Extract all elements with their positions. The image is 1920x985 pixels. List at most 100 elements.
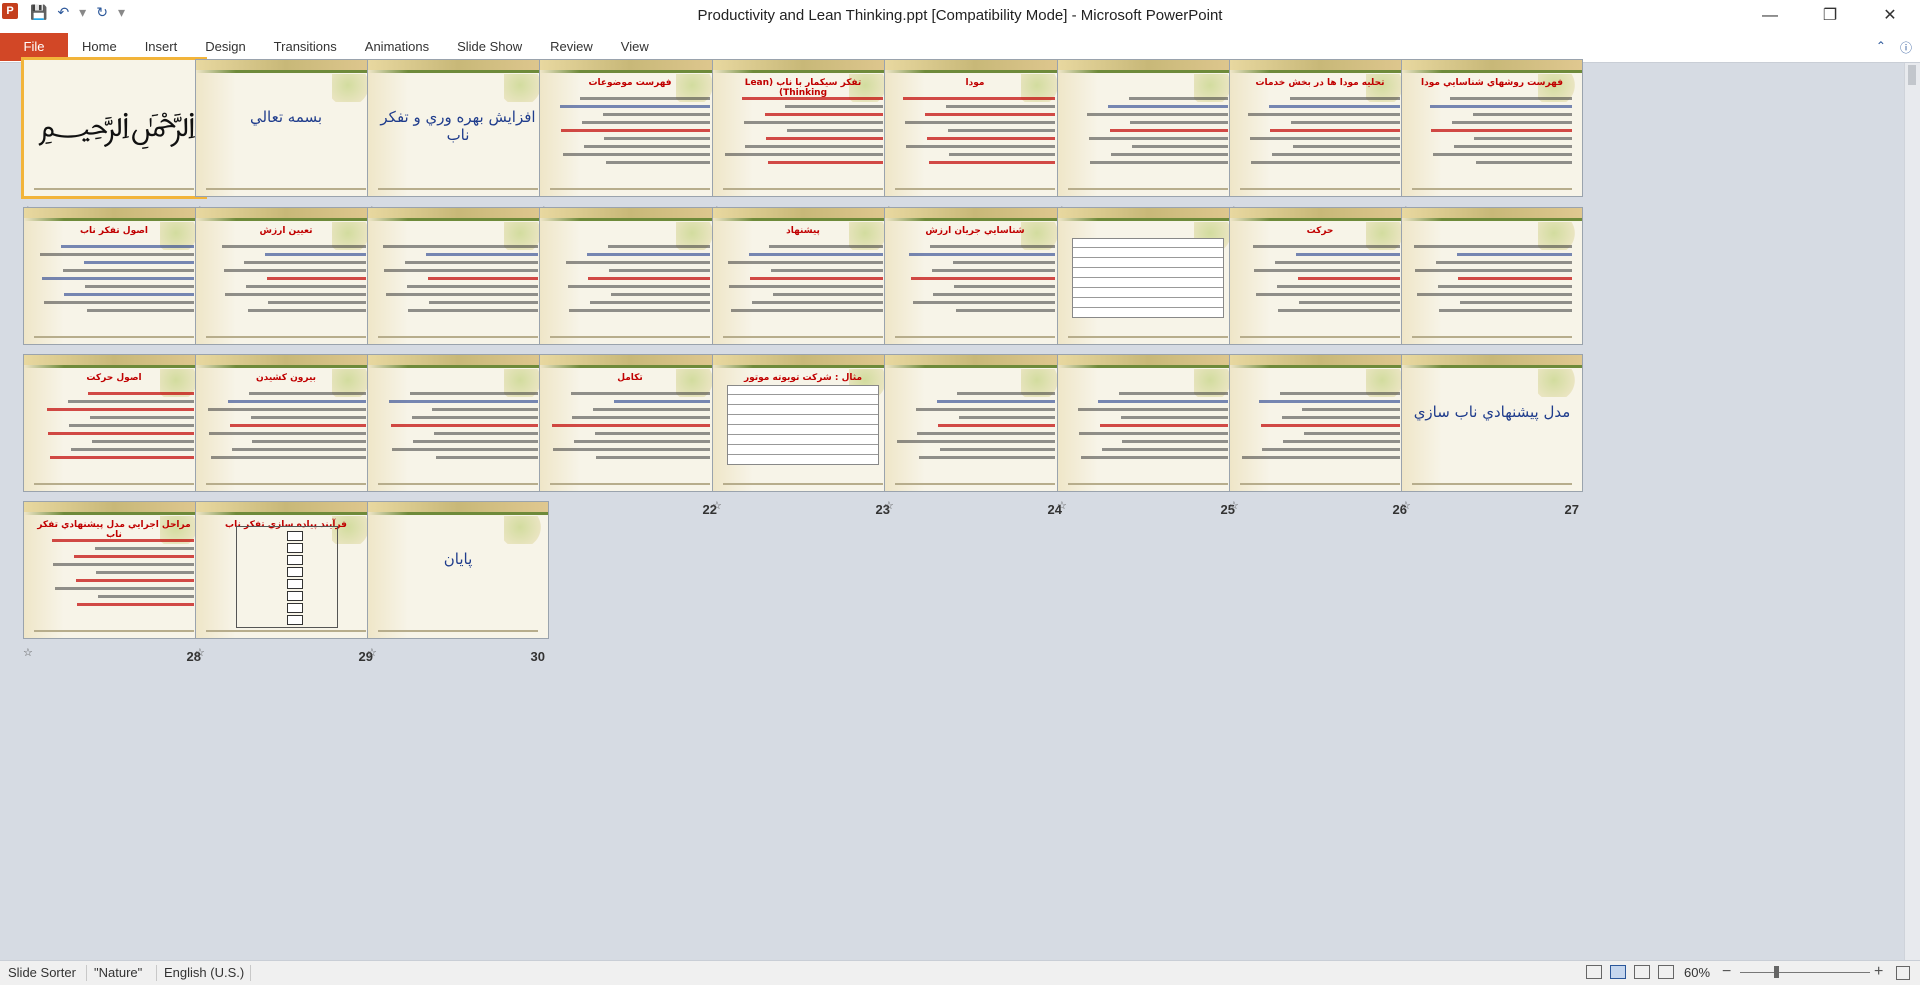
transition-star-icon[interactable]: ☆ xyxy=(712,500,726,512)
slide-thumbnail[interactable]: ☆ 24 xyxy=(884,354,1068,517)
tab-review[interactable]: Review xyxy=(536,32,607,62)
slide-thumbnail[interactable]: ☆ 25 xyxy=(1057,354,1241,517)
slide-preview[interactable]: حركت xyxy=(1229,207,1411,345)
slide-preview[interactable] xyxy=(1401,207,1583,345)
slide-thumbnail[interactable]: ☆ 26 xyxy=(1229,354,1413,517)
chevron-up-icon[interactable]: ⌃ xyxy=(1876,39,1886,56)
slide-thumbnail[interactable]: ☆13 xyxy=(539,207,723,370)
slide-preview[interactable]: بيرون كشيدن xyxy=(195,354,377,492)
slide-thumbnail[interactable]: ☆7 xyxy=(1057,59,1241,222)
scrollbar-thumb[interactable] xyxy=(1908,65,1916,85)
slide-thumbnail[interactable]: ☆16 xyxy=(1057,207,1241,370)
transition-star-icon[interactable]: ☆ xyxy=(23,647,37,659)
zoom-out-button[interactable]: − xyxy=(1722,963,1731,981)
slide-thumbnail[interactable]: مدل پيشنهادي ناب سازي ☆ 27 xyxy=(1401,354,1585,517)
slide-thumbnail[interactable]: بيرون كشيدن☆20 xyxy=(195,354,379,517)
slide-sorter-view-icon[interactable] xyxy=(1610,965,1626,979)
slide-body-text xyxy=(1412,240,1572,317)
slide-preview[interactable]: اصول تفكر ناب xyxy=(23,207,205,345)
slide-thumbnail[interactable]: اصول تفكر ناب☆10 xyxy=(23,207,207,370)
slide-thumbnail[interactable]: ☆12 xyxy=(367,207,551,370)
transition-star-icon[interactable]: ☆ xyxy=(367,647,381,659)
slide-preview[interactable] xyxy=(539,207,721,345)
slide-thumbnail[interactable]: اصول حركت☆19 xyxy=(23,354,207,517)
slide-preview[interactable] xyxy=(1229,354,1411,492)
slide-preview[interactable]: تفكر سيكمار با ناب (Lean Thinking) xyxy=(712,59,894,197)
slide-preview[interactable] xyxy=(367,207,549,345)
zoom-level[interactable]: 60% xyxy=(1684,965,1710,980)
slide-preview[interactable]: بسمه تعالي xyxy=(195,59,377,197)
theme-label[interactable]: "Nature" xyxy=(94,965,142,980)
slide-preview[interactable]: مراحل اجرايي مدل پيشنهادي تفكر ناب xyxy=(23,501,205,639)
text-line xyxy=(939,448,1055,451)
reading-view-icon[interactable] xyxy=(1634,965,1650,979)
slide-thumbnail[interactable]: شناسايي جريان ارزش☆15 xyxy=(884,207,1068,370)
slide-preview[interactable]: اصول حركت xyxy=(23,354,205,492)
slide-preview[interactable]: تكامل xyxy=(539,354,721,492)
slide-thumbnail[interactable]: تحليه مودا ها در بخش خدمات☆8 xyxy=(1229,59,1413,222)
slide-preview[interactable]: فرآيند پياده سازي تفكر ناب xyxy=(195,501,377,639)
slide-thumbnail[interactable]: فهرست روشهاي شناسايي مودا☆9 xyxy=(1401,59,1585,222)
slide-thumbnail[interactable]: مثال : شركت تويوته موتور ☆ 23 xyxy=(712,354,896,517)
zoom-slider[interactable] xyxy=(1740,972,1870,973)
slide-thumbnail[interactable]: پايان ☆ 30 xyxy=(367,501,551,664)
slide-thumbnail[interactable]: افزايش بهره وري و تفكر ناب☆3 xyxy=(367,59,551,222)
slide-thumbnail[interactable]: تعيين ارزش☆11 xyxy=(195,207,379,370)
text-line xyxy=(1472,113,1572,116)
zoom-in-button[interactable]: + xyxy=(1874,963,1883,981)
slide-thumbnail[interactable]: ☆21 xyxy=(367,354,551,517)
slide-thumbnail[interactable]: حركت☆17 xyxy=(1229,207,1413,370)
text-line xyxy=(933,293,1055,296)
text-line xyxy=(1291,121,1400,124)
slide-thumbnail[interactable]: فرآيند پياده سازي تفكر ناب ☆ 29 xyxy=(195,501,379,664)
slide-thumbnail[interactable]: فهرست موضوعات☆4 xyxy=(539,59,723,222)
slide-show-icon[interactable] xyxy=(1658,965,1674,979)
slide-thumbnail[interactable]: مودا☆6 xyxy=(884,59,1068,222)
slide-header-band xyxy=(196,208,376,218)
slide-thumbnail[interactable]: مراحل اجرايي مدل پيشنهادي تفكر ناب ☆ 28 xyxy=(23,501,207,664)
slide-preview[interactable]: مودا xyxy=(884,59,1066,197)
slide-preview[interactable]: مثال : شركت تويوته موتور xyxy=(712,354,894,492)
slide-thumbnail[interactable]: پيشنهاد☆14 xyxy=(712,207,896,370)
transition-star-icon[interactable]: ☆ xyxy=(195,647,209,659)
tab-slide-show[interactable]: Slide Show xyxy=(443,32,536,62)
transition-star-icon[interactable]: ☆ xyxy=(1057,500,1071,512)
slide-preview[interactable]: پايان xyxy=(367,501,549,639)
slide-thumbnail[interactable]: بسمه تعالي☆2 xyxy=(195,59,379,222)
slide-preview[interactable]: فهرست موضوعات xyxy=(539,59,721,197)
transition-star-icon[interactable]: ☆ xyxy=(1229,500,1243,512)
slide-preview[interactable]: پيشنهاد xyxy=(712,207,894,345)
tab-transitions[interactable]: Transitions xyxy=(260,32,351,62)
slide-preview[interactable]: افزايش بهره وري و تفكر ناب xyxy=(367,59,549,197)
slide-preview[interactable] xyxy=(884,354,1066,492)
slide-preview[interactable]: مدل پيشنهادي ناب سازي xyxy=(1401,354,1583,492)
transition-star-icon[interactable]: ☆ xyxy=(1401,500,1415,512)
zoom-slider-thumb[interactable] xyxy=(1774,966,1779,978)
slide-footer xyxy=(34,188,194,190)
language-label[interactable]: English (U.S.) xyxy=(164,965,244,980)
slide-preview[interactable]: تعيين ارزش xyxy=(195,207,377,345)
transition-star-icon[interactable]: ☆ xyxy=(884,500,898,512)
slide-preview[interactable]: ﷽ xyxy=(21,57,207,199)
close-button[interactable]: ✕ xyxy=(1860,0,1920,32)
restore-button[interactable]: ❐ xyxy=(1800,0,1860,32)
slide-preview[interactable]: تحليه مودا ها در بخش خدمات xyxy=(1229,59,1411,197)
slide-thumbnail[interactable]: تكامل☆22 xyxy=(539,354,723,517)
help-icon[interactable]: ⓘ xyxy=(1900,39,1912,56)
slide-thumbnail[interactable]: ﷽☆00:011 xyxy=(21,57,207,222)
slide-thumbnail[interactable]: ☆18 xyxy=(1401,207,1585,370)
fit-to-window-icon[interactable] xyxy=(1896,966,1910,980)
minimize-button[interactable]: — xyxy=(1740,0,1800,32)
tab-animations[interactable]: Animations xyxy=(351,32,443,62)
text-line xyxy=(1119,392,1228,395)
vertical-scrollbar[interactable] xyxy=(1904,63,1920,960)
slide-preview[interactable]: شناسايي جريان ارزش xyxy=(884,207,1066,345)
slide-thumbnail[interactable]: تفكر سيكمار با ناب (Lean Thinking)☆5 xyxy=(712,59,896,222)
tab-view[interactable]: View xyxy=(607,32,663,62)
slide-preview[interactable] xyxy=(1057,59,1239,197)
slide-preview[interactable]: فهرست روشهاي شناسايي مودا xyxy=(1401,59,1583,197)
slide-preview[interactable] xyxy=(1057,354,1239,492)
normal-view-icon[interactable] xyxy=(1586,965,1602,979)
slide-preview[interactable] xyxy=(1057,207,1239,345)
slide-preview[interactable] xyxy=(367,354,549,492)
